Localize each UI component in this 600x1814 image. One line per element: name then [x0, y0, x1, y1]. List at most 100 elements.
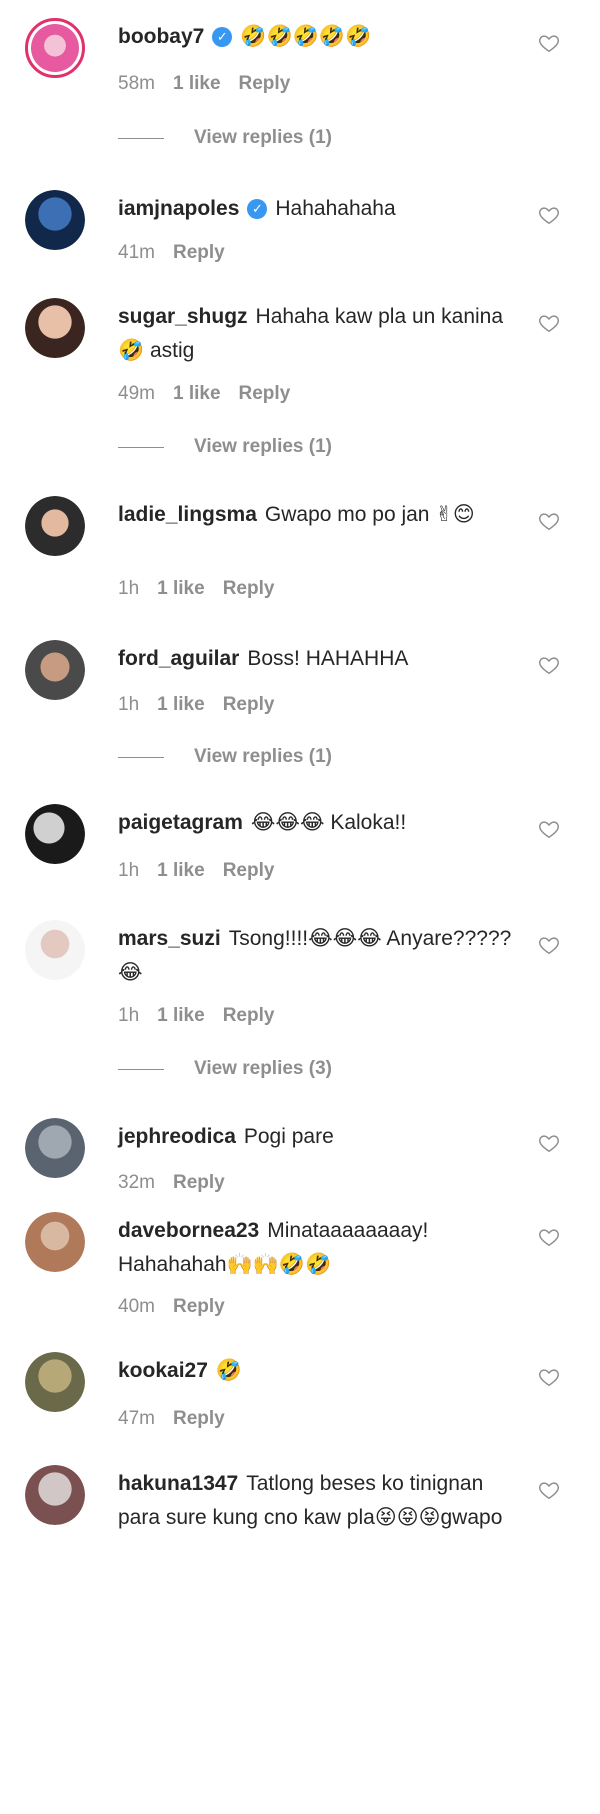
avatar-image: [25, 920, 85, 980]
username-link[interactable]: ford_aguilar: [118, 647, 239, 670]
username-link[interactable]: iamjnapoles: [118, 197, 239, 220]
like-count[interactable]: 1 like: [173, 383, 221, 404]
like-count[interactable]: 1 like: [157, 694, 205, 715]
like-heart-icon[interactable]: [538, 934, 560, 956]
username-link[interactable]: davebornea23: [118, 1219, 259, 1242]
view-replies-label: View replies (3): [194, 1058, 332, 1079]
comment-meta: 40m Reply: [118, 1296, 243, 1318]
view-replies-label: View replies (1): [194, 436, 332, 457]
username-link[interactable]: kookai27: [118, 1359, 208, 1382]
comment-body: ladie_lingsma Gwapo mo po jan ✌😊: [118, 498, 518, 532]
username-link[interactable]: jephreodica: [118, 1125, 236, 1148]
avatar-image: [25, 1352, 85, 1412]
comment-text: Gwapo mo po jan ✌😊: [264, 503, 475, 526]
like-count[interactable]: 1 like: [157, 1005, 205, 1026]
comment-meta: 58m 1 like Reply: [118, 73, 308, 95]
username-link[interactable]: hakuna1347: [118, 1472, 238, 1495]
avatar-image: [25, 298, 85, 358]
avatar[interactable]: [25, 496, 85, 556]
comment-body: jephreodica Pogi pare: [118, 1120, 518, 1154]
avatar[interactable]: [25, 190, 85, 250]
timestamp[interactable]: 1h: [118, 694, 139, 715]
like-heart-icon[interactable]: [538, 312, 560, 334]
comment-body: ford_aguilar Boss! HAHAHHA: [118, 642, 518, 676]
reply-button[interactable]: Reply: [239, 383, 291, 404]
like-heart-icon[interactable]: [538, 654, 560, 676]
like-count[interactable]: 1 like: [157, 578, 205, 599]
avatar[interactable]: [25, 1352, 85, 1412]
timestamp[interactable]: 1h: [118, 578, 139, 599]
avatar[interactable]: [25, 804, 85, 864]
avatar[interactable]: [25, 920, 85, 980]
view-replies-button[interactable]: View replies (1): [118, 436, 332, 458]
timestamp[interactable]: 58m: [118, 73, 155, 94]
reply-button[interactable]: Reply: [223, 694, 275, 715]
username-link[interactable]: ladie_lingsma: [118, 503, 257, 526]
comments-list: boobay7 ✓ 🤣🤣🤣🤣🤣 58m 1 like Reply View replies …: [0, 0, 600, 1814]
reply-button[interactable]: Reply: [223, 578, 275, 599]
reply-button[interactable]: Reply: [173, 1296, 225, 1317]
view-replies-button[interactable]: View replies (1): [118, 746, 332, 768]
reply-button[interactable]: Reply: [239, 73, 291, 94]
like-heart-icon[interactable]: [538, 1366, 560, 1388]
timestamp[interactable]: 1h: [118, 860, 139, 881]
comment-body: kookai27 🤣: [118, 1354, 518, 1388]
comment-text: 🤣: [215, 1359, 243, 1382]
reply-button[interactable]: Reply: [223, 1005, 275, 1026]
comment-body: mars_suzi Tsong!!!!😂😂😂 Anyare?????😂: [118, 922, 518, 990]
like-heart-icon[interactable]: [538, 818, 560, 840]
avatar[interactable]: [25, 1118, 85, 1178]
avatar-image: [25, 1465, 85, 1525]
comment-meta: 1h 1 like Reply: [118, 578, 292, 600]
username-link[interactable]: mars_suzi: [118, 927, 221, 950]
timestamp[interactable]: 49m: [118, 383, 155, 404]
reply-button[interactable]: Reply: [223, 860, 275, 881]
comment-body: davebornea23 Minataaaaaaaay! Hahahahah🙌🙌🤣…: [118, 1214, 518, 1282]
timestamp[interactable]: 1h: [118, 1005, 139, 1026]
view-replies-button[interactable]: View replies (3): [118, 1058, 332, 1080]
comment-body: iamjnapoles ✓ Hahahahaha: [118, 192, 518, 226]
like-heart-icon[interactable]: [538, 204, 560, 226]
comment-text: 😂😂😂 Kaloka!!: [250, 811, 407, 834]
comment-meta: 49m 1 like Reply: [118, 383, 308, 405]
verified-badge-icon: ✓: [247, 199, 268, 219]
comment-body: paigetagram 😂😂😂 Kaloka!!: [118, 806, 518, 840]
timestamp[interactable]: 47m: [118, 1408, 155, 1429]
username-link[interactable]: paigetagram: [118, 811, 243, 834]
avatar-image: [25, 1212, 85, 1272]
avatar-image: [31, 24, 79, 72]
comment-meta: 32m Reply: [118, 1172, 243, 1194]
username-link[interactable]: boobay7: [118, 25, 204, 48]
comment-text: 🤣🤣🤣🤣🤣: [240, 25, 372, 48]
comment-text: Boss! HAHAHHA: [247, 647, 409, 670]
comment-meta: 41m Reply: [118, 242, 243, 264]
like-count[interactable]: 1 like: [173, 73, 221, 94]
replies-divider: [118, 137, 164, 139]
reply-button[interactable]: Reply: [173, 242, 225, 263]
like-heart-icon[interactable]: [538, 510, 560, 532]
timestamp[interactable]: 41m: [118, 242, 155, 263]
view-replies-button[interactable]: View replies (1): [118, 127, 332, 149]
username-link[interactable]: sugar_shugz: [118, 305, 248, 328]
like-heart-icon[interactable]: [538, 1132, 560, 1154]
avatar[interactable]: [25, 298, 85, 358]
like-heart-icon[interactable]: [538, 1226, 560, 1248]
avatar[interactable]: [25, 640, 85, 700]
reply-button[interactable]: Reply: [173, 1172, 225, 1193]
verified-badge-icon: ✓: [212, 27, 233, 47]
timestamp[interactable]: 40m: [118, 1296, 155, 1317]
like-heart-icon[interactable]: [538, 1479, 560, 1501]
like-count[interactable]: 1 like: [157, 860, 205, 881]
comment-text: Pogi pare: [243, 1125, 334, 1148]
comment-text: Hahahahaha: [275, 197, 396, 220]
timestamp[interactable]: 32m: [118, 1172, 155, 1193]
replies-divider: [118, 1068, 164, 1070]
avatar[interactable]: [25, 18, 85, 78]
avatar[interactable]: [25, 1465, 85, 1525]
avatar[interactable]: [25, 1212, 85, 1272]
replies-divider: [118, 756, 164, 758]
reply-button[interactable]: Reply: [173, 1408, 225, 1429]
comment-body: sugar_shugz Hahaha kaw pla un kanina 🤣 as…: [118, 300, 518, 368]
like-heart-icon[interactable]: [538, 32, 560, 54]
comment-body: hakuna1347 Tatlong beses ko tinignan para…: [118, 1467, 518, 1535]
